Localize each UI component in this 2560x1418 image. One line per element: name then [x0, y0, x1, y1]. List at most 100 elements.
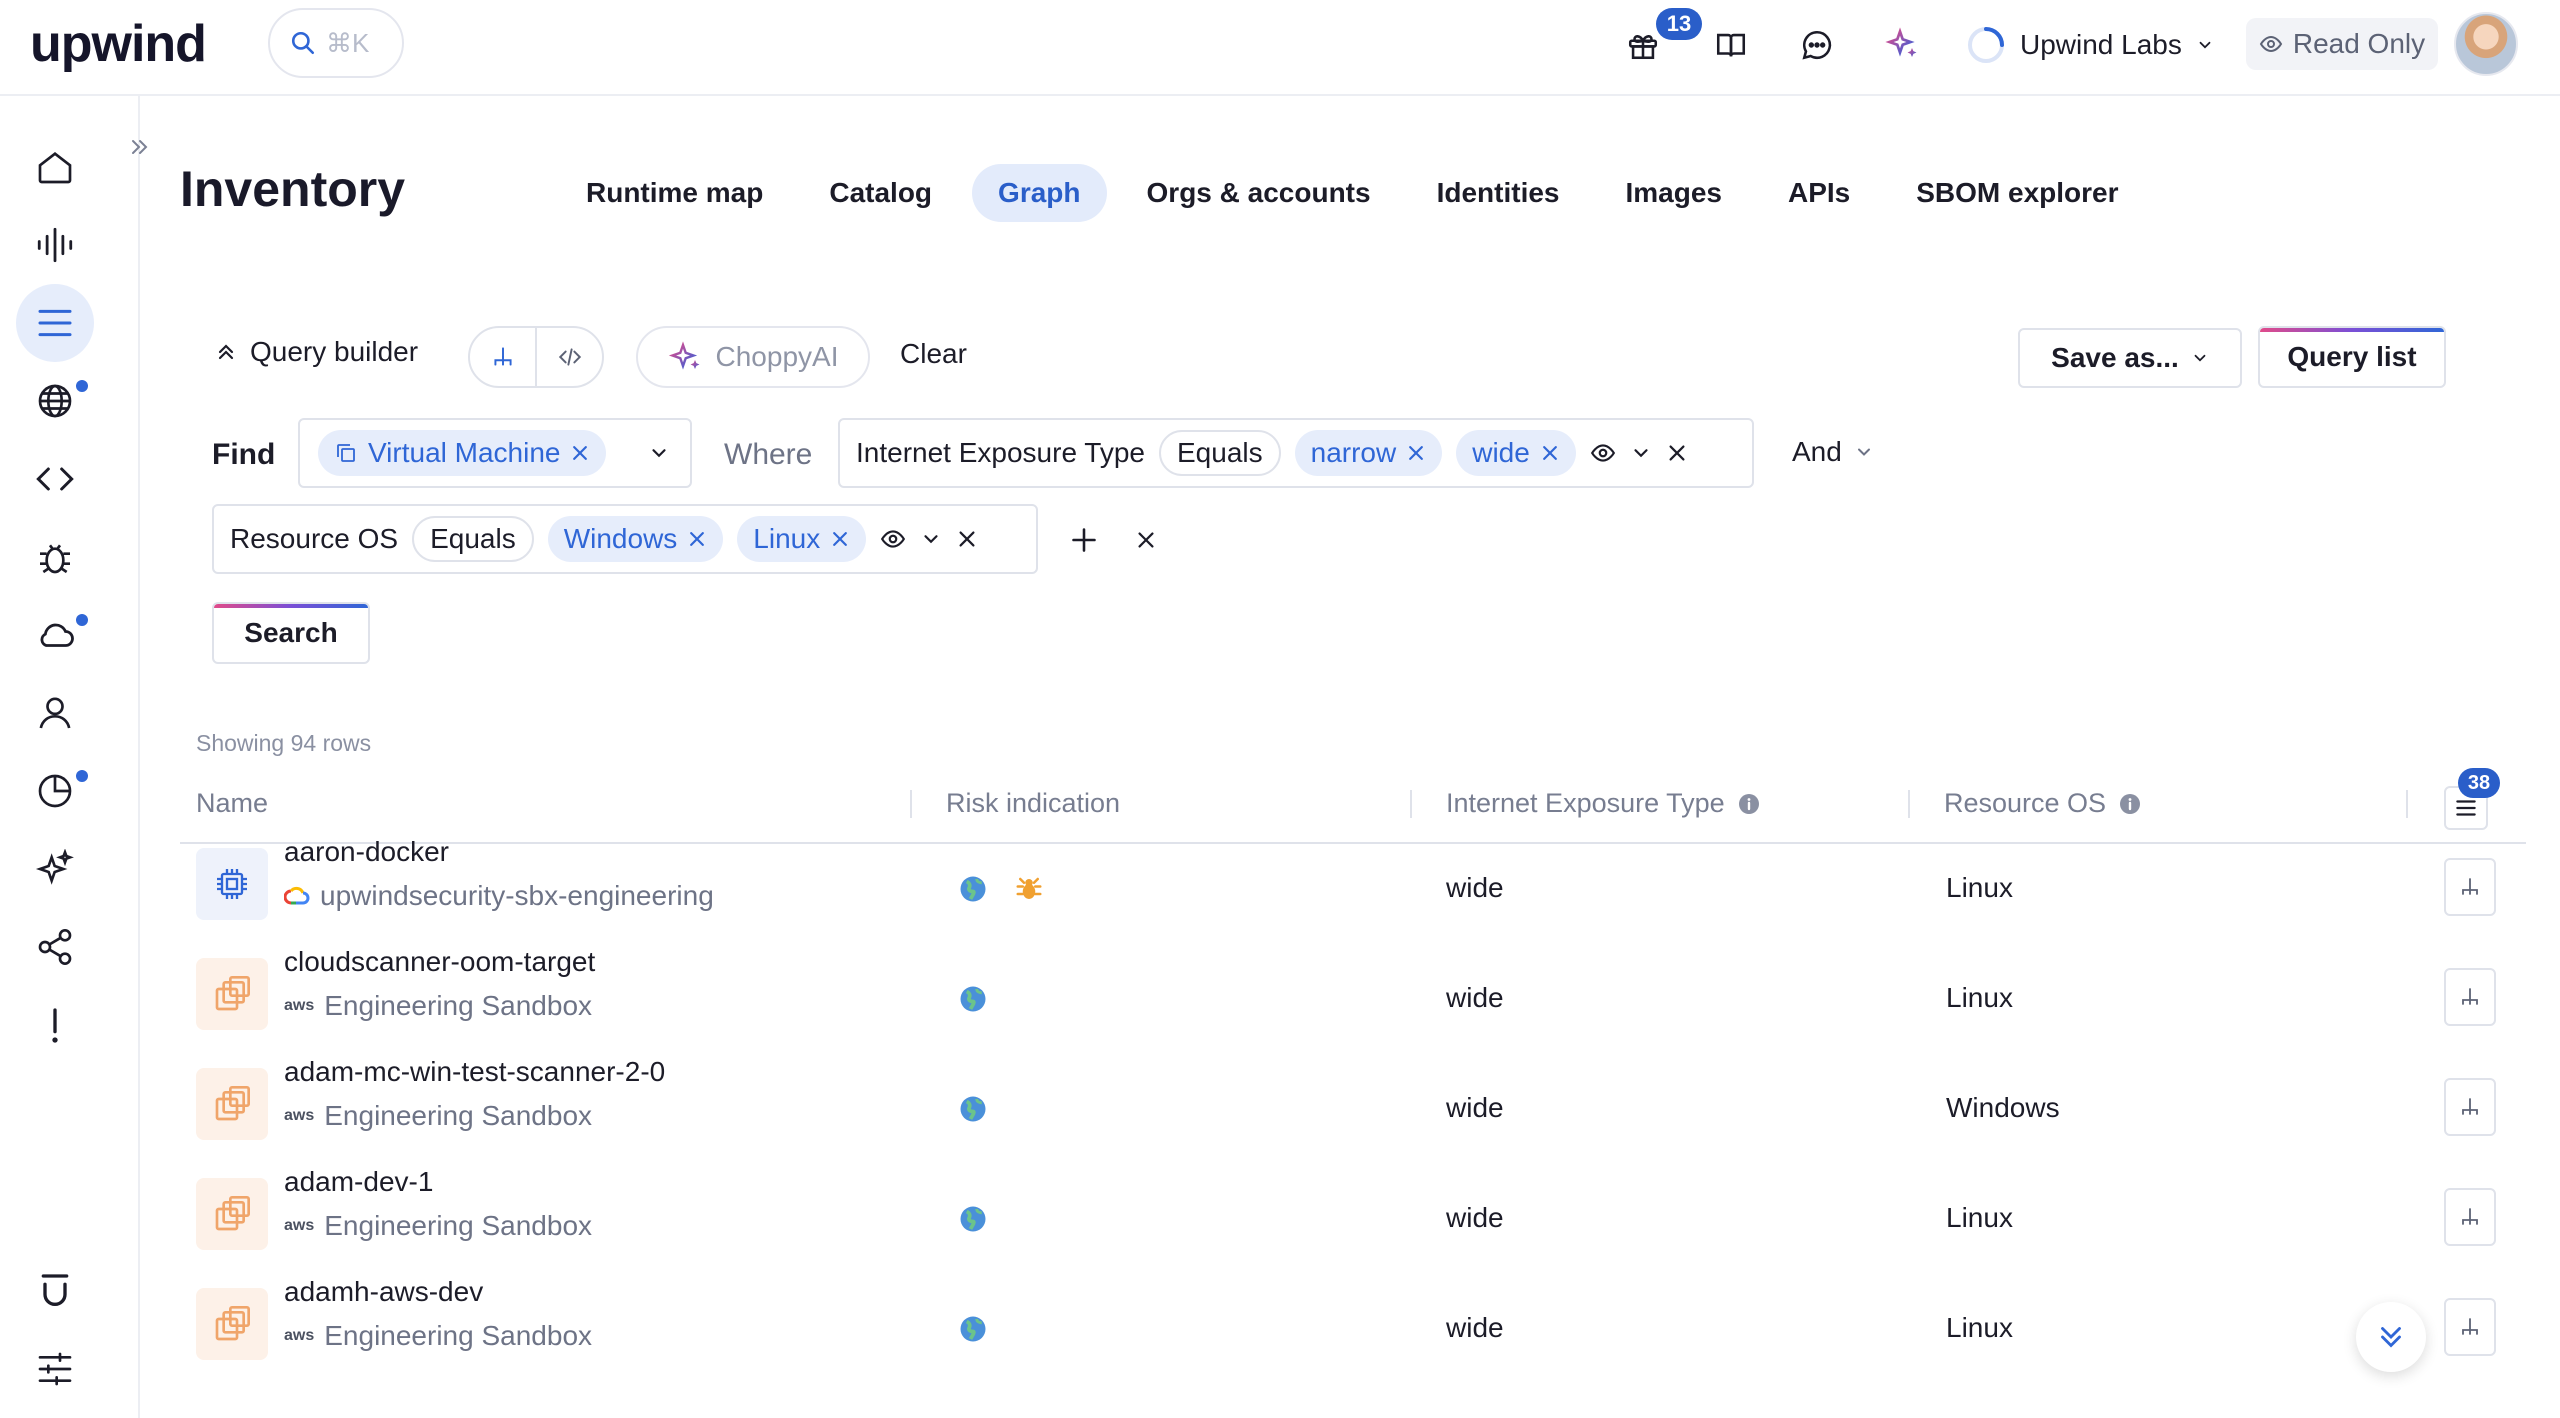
remove-condition-icon[interactable]: [1666, 442, 1688, 464]
view-in-graph-button[interactable]: [2444, 968, 2496, 1026]
vulnerability-bug-icon[interactable]: [1014, 874, 1044, 904]
resource-name[interactable]: adam-mc-win-test-scanner-2-0: [284, 1056, 665, 1088]
internet-exposure-icon[interactable]: [958, 984, 988, 1014]
resource-name[interactable]: adamh-aws-dev: [284, 1276, 483, 1308]
combinator-select[interactable]: And: [1792, 436, 1874, 468]
tree-icon: [2458, 875, 2482, 899]
notification-dot: [76, 614, 88, 626]
view-in-graph-button[interactable]: [2444, 1298, 2496, 1356]
view-in-graph-button[interactable]: [2444, 858, 2496, 916]
chevron-down-icon[interactable]: [920, 528, 942, 550]
chevron-down-icon: [2196, 36, 2214, 54]
tab-graph[interactable]: Graph: [972, 164, 1107, 222]
close-icon[interactable]: [687, 529, 707, 549]
close-icon[interactable]: [1406, 443, 1426, 463]
info-icon[interactable]: [2118, 792, 2142, 816]
tab-sbom-explorer[interactable]: SBOM explorer: [1890, 164, 2144, 222]
table-row[interactable]: cloudscanner-oom-target aws Engineering …: [180, 946, 2526, 1056]
sidebar-item-settings[interactable]: [16, 1330, 94, 1408]
resource-name[interactable]: cloudscanner-oom-target: [284, 946, 595, 978]
sidebar-item-vulnerabilities[interactable]: [16, 518, 94, 596]
sidebar-item-graph[interactable]: [16, 908, 94, 986]
clear-button[interactable]: Clear: [900, 338, 967, 370]
internet-exposure-icon[interactable]: [958, 874, 988, 904]
sparkle-ai-icon[interactable]: [1880, 22, 1926, 68]
column-resizer[interactable]: [910, 790, 912, 818]
code-mode-button[interactable]: [537, 328, 602, 386]
view-in-graph-button[interactable]: [2444, 1078, 2496, 1136]
eye-icon[interactable]: [880, 526, 906, 552]
tab-catalog[interactable]: Catalog: [803, 164, 958, 222]
add-condition-icon[interactable]: [1066, 522, 1102, 558]
where-label: Where: [724, 438, 813, 471]
scroll-to-bottom-button[interactable]: [2356, 1302, 2426, 1372]
close-icon[interactable]: [830, 529, 850, 549]
value-chip: Windows: [547, 516, 724, 562]
book-icon[interactable]: [1708, 22, 1754, 68]
sidebar-item-activity[interactable]: [16, 206, 94, 284]
global-search-button[interactable]: ⌘K: [268, 8, 404, 78]
column-resizer[interactable]: [1908, 790, 1910, 818]
condition-operator[interactable]: Equals: [412, 516, 534, 562]
find-resource-select[interactable]: Virtual Machine: [298, 418, 692, 488]
remove-condition-icon[interactable]: [956, 528, 978, 550]
close-icon[interactable]: [570, 443, 590, 463]
resource-name[interactable]: aaron-docker: [284, 836, 449, 868]
sidebar-item-home[interactable]: [16, 128, 94, 206]
internet-exposure-icon[interactable]: [958, 1204, 988, 1234]
column-os[interactable]: Resource OS: [1944, 788, 2142, 819]
choppy-ai-button[interactable]: ChoppyAI: [636, 326, 870, 388]
close-icon[interactable]: [1540, 443, 1560, 463]
view-in-graph-button[interactable]: [2444, 1188, 2496, 1246]
org-selector[interactable]: Upwind Labs: [1966, 20, 2214, 70]
tab-runtime-map[interactable]: Runtime map: [560, 164, 789, 222]
internet-exposure-icon[interactable]: [958, 1094, 988, 1124]
internet-exposure-icon[interactable]: [958, 1314, 988, 1344]
condition-field[interactable]: Internet Exposure Type: [856, 437, 1145, 469]
resource-name[interactable]: adam-dev-1: [284, 1166, 433, 1198]
upwind-logo[interactable]: upwind: [30, 14, 207, 74]
visual-mode-button[interactable]: [470, 328, 537, 386]
column-exposure[interactable]: Internet Exposure Type: [1446, 788, 1761, 819]
query-list-button[interactable]: Query list: [2258, 326, 2446, 388]
condition-resource-os: Resource OS Equals Windows Linux: [212, 504, 1038, 574]
table-row[interactable]: aaron-docker upwindsecurity-sbx-engineer…: [180, 836, 2526, 946]
chevrons-right-icon: [127, 135, 151, 159]
column-name[interactable]: Name: [196, 788, 268, 819]
chat-icon[interactable]: [1794, 22, 1840, 68]
column-risk[interactable]: Risk indication: [946, 788, 1120, 819]
condition-operator[interactable]: Equals: [1159, 430, 1281, 476]
search-button[interactable]: Search: [212, 602, 370, 664]
user-avatar[interactable]: [2454, 12, 2518, 76]
sidebar-item-upwind[interactable]: [16, 1252, 94, 1330]
condition-field[interactable]: Resource OS: [230, 523, 398, 555]
waveform-icon: [34, 224, 76, 266]
eye-icon[interactable]: [1590, 440, 1616, 466]
table-row[interactable]: adam-mc-win-test-scanner-2-0 aws Enginee…: [180, 1056, 2526, 1166]
info-icon[interactable]: [1737, 792, 1761, 816]
table-row[interactable]: adamh-aws-dev aws Engineering Sandbox wi…: [180, 1276, 2526, 1386]
query-builder-toggle[interactable]: Query builder: [214, 336, 418, 368]
clear-conditions-icon[interactable]: [1130, 524, 1162, 556]
tab-apis[interactable]: APIs: [1762, 164, 1876, 222]
sidebar-item-network[interactable]: [16, 362, 94, 440]
tab-images[interactable]: Images: [1600, 164, 1749, 222]
tab-identities[interactable]: Identities: [1411, 164, 1586, 222]
chevron-down-icon[interactable]: [648, 442, 670, 464]
sidebar-item-reports[interactable]: [16, 752, 94, 830]
sidebar-item-code[interactable]: [16, 440, 94, 518]
save-as-button[interactable]: Save as...: [2018, 328, 2242, 388]
sidebar-item-cloud[interactable]: [16, 596, 94, 674]
tab-orgs-accounts[interactable]: Orgs & accounts: [1121, 164, 1397, 222]
risk-indicators: [958, 1314, 988, 1344]
expand-sidebar-button[interactable]: [120, 128, 158, 166]
search-label: Search: [244, 617, 338, 648]
chevron-down-icon[interactable]: [1630, 442, 1652, 464]
sidebar-item-ai[interactable]: [16, 830, 94, 908]
sidebar-item-alerts[interactable]: [16, 986, 94, 1064]
table-row[interactable]: adam-dev-1 aws Engineering Sandbox wide …: [180, 1166, 2526, 1276]
column-resizer[interactable]: [2406, 790, 2408, 818]
sidebar-item-inventory[interactable]: [16, 284, 94, 362]
sidebar-item-identities[interactable]: [16, 674, 94, 752]
column-resizer[interactable]: [1410, 790, 1412, 818]
